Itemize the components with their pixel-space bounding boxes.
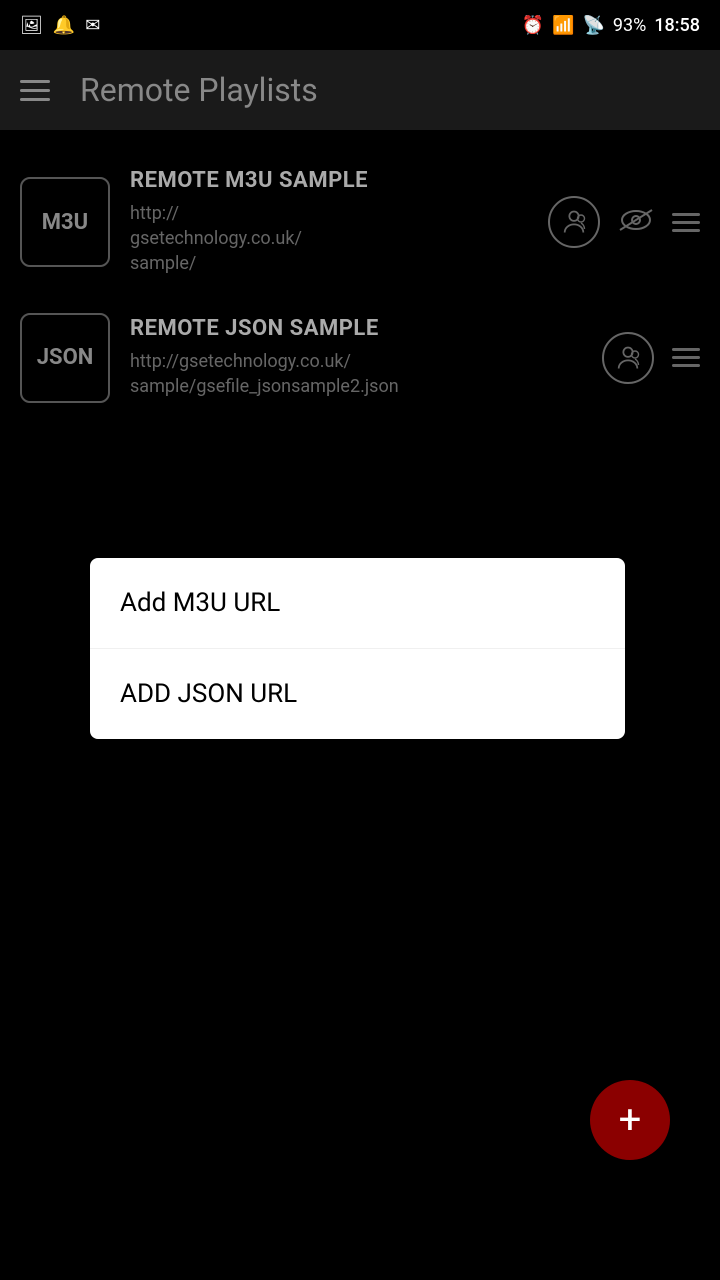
- plus-icon: +: [619, 1100, 642, 1140]
- add-m3u-url-button[interactable]: Add M3U URL: [90, 558, 625, 649]
- add-json-url-button[interactable]: ADD JSON URL: [90, 649, 625, 739]
- add-playlist-popup: Add M3U URL ADD JSON URL: [90, 558, 625, 739]
- add-fab-button[interactable]: +: [590, 1080, 670, 1160]
